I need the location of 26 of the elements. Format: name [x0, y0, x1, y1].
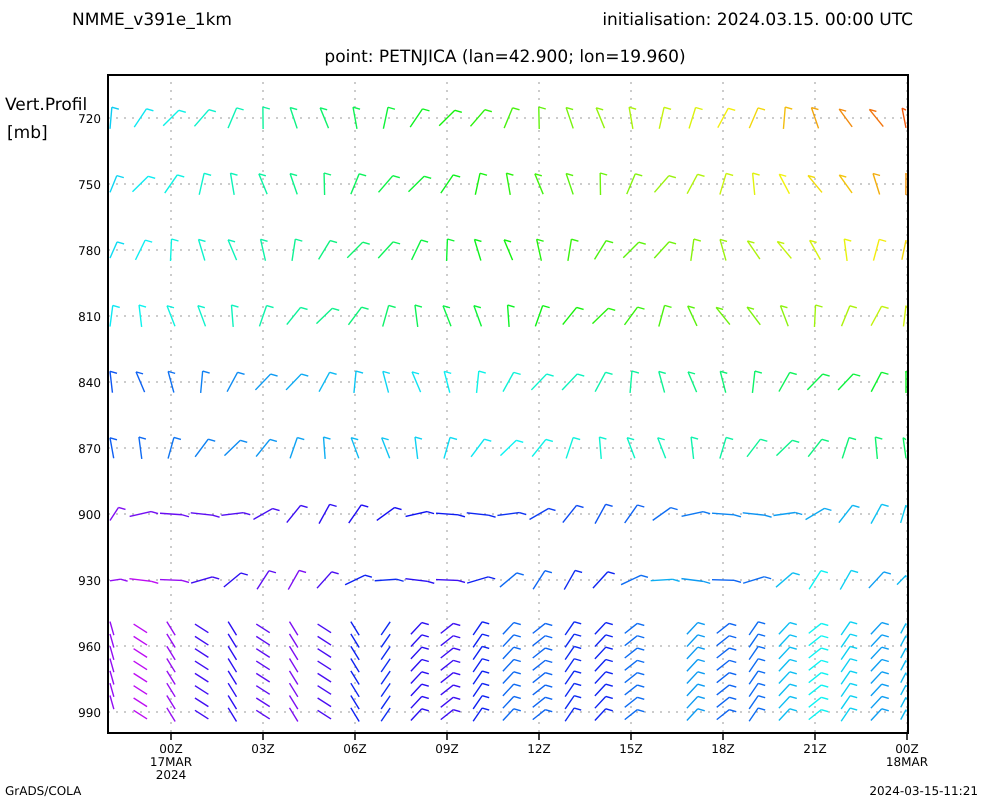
- x-tick-label: 00Z 18MAR: [886, 742, 928, 769]
- model-name: NMME_v391e_1km: [72, 10, 232, 30]
- y-tick-label: 810: [78, 310, 101, 324]
- x-tick-label: 06Z: [343, 742, 367, 756]
- x-tick-label: 18Z: [711, 742, 735, 756]
- y-tick-label: 870: [78, 442, 101, 456]
- y-tick-label: 720: [78, 112, 101, 126]
- x-tick-label: 21Z: [803, 742, 827, 756]
- x-tick-label: 00Z 17MAR 2024: [150, 742, 192, 782]
- y-tick-label: 750: [78, 178, 101, 192]
- y-tick-label: 990: [78, 706, 101, 720]
- x-tick-label: 03Z: [251, 742, 275, 756]
- initialisation-time: initialisation: 2024.03.15. 00:00 UTC: [602, 10, 913, 30]
- y-axis-unit: [mb]: [7, 123, 48, 143]
- x-tick-label: 09Z: [435, 742, 459, 756]
- y-tick-label: 930: [78, 574, 101, 588]
- plot-title: point: PETNJICA (lan=42.900; lon=19.960): [324, 47, 686, 67]
- y-tick-label: 960: [78, 640, 101, 654]
- y-axis-title: Vert.Profil: [5, 95, 88, 115]
- y-tick-label: 900: [78, 508, 101, 522]
- credit-label: GrADS/COLA: [5, 784, 82, 798]
- timestamp: 2024-03-15-11:21: [869, 784, 978, 798]
- x-tick-label: 15Z: [619, 742, 643, 756]
- y-tick-label: 780: [78, 244, 101, 258]
- x-tick-label: 12Z: [527, 742, 551, 756]
- y-tick-label: 840: [78, 376, 101, 390]
